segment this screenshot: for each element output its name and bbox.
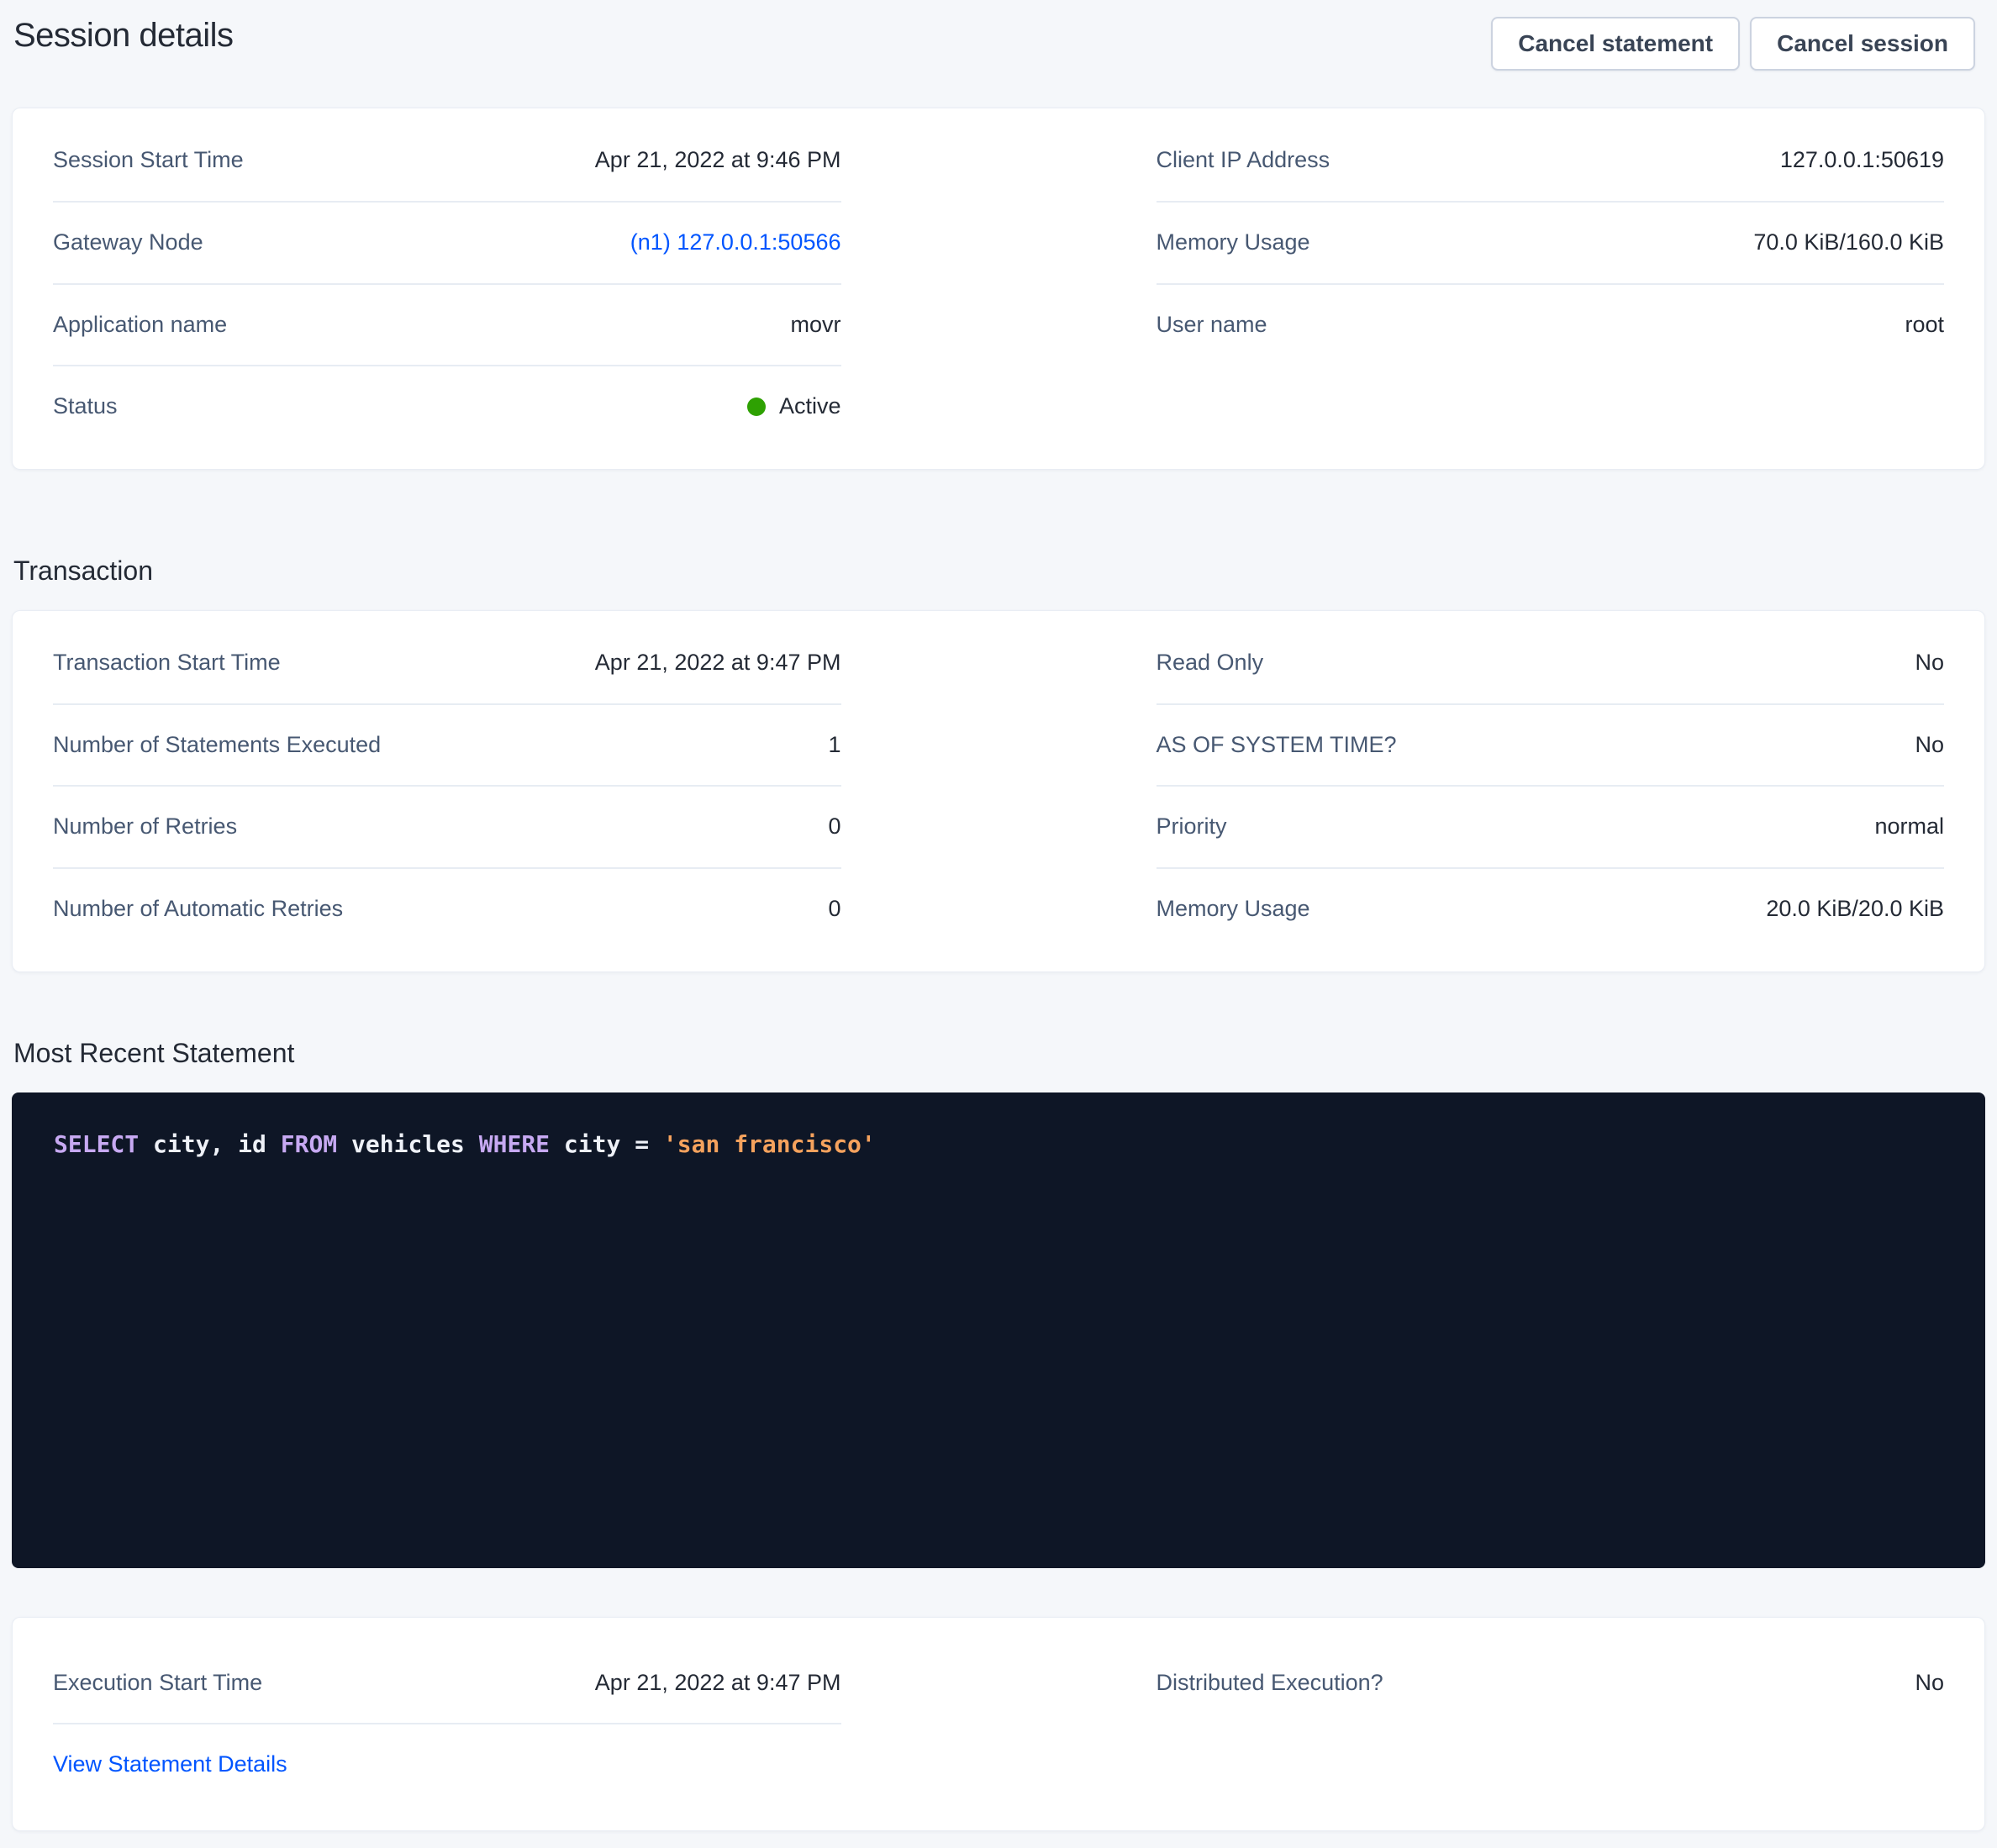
session-details-page: Session details Cancel statement Cancel … xyxy=(0,0,1997,1848)
row-label: Memory Usage xyxy=(1157,897,1310,922)
page-header: Session details Cancel statement Cancel … xyxy=(12,15,1985,71)
page-title: Session details xyxy=(13,17,234,55)
row-transaction-start-time: Transaction Start Time Apr 21, 2022 at 9… xyxy=(53,623,841,705)
row-value: root xyxy=(1905,313,1944,338)
row-value: No xyxy=(1915,1671,1944,1696)
row-label: Status xyxy=(53,394,118,419)
row-label: Session Start Time xyxy=(53,148,244,173)
execution-grid: Execution Start Time Apr 21, 2022 at 9:4… xyxy=(53,1643,1944,1805)
transaction-grid: Transaction Start Time Apr 21, 2022 at 9… xyxy=(53,623,1944,950)
row-distributed-execution: Distributed Execution? No xyxy=(1157,1643,1945,1724)
row-application-name: Application name movr xyxy=(53,285,841,367)
row-number-of-retries: Number of Retries 0 xyxy=(53,787,841,869)
row-gateway-node: Gateway Node (n1) 127.0.0.1:50566 xyxy=(53,203,841,285)
sql-token-plain: city, id xyxy=(139,1130,281,1158)
row-label: Distributed Execution? xyxy=(1157,1671,1383,1696)
transaction-section-title: Transaction xyxy=(13,554,1985,587)
row-automatic-retries: Number of Automatic Retries 0 xyxy=(53,869,841,950)
row-value: 20.0 KiB/20.0 KiB xyxy=(1766,897,1944,922)
row-value: Apr 21, 2022 at 9:47 PM xyxy=(595,650,841,676)
row-label: Execution Start Time xyxy=(53,1671,262,1696)
row-value: No xyxy=(1915,733,1944,758)
sql-token-keyword: FROM xyxy=(281,1130,337,1158)
cancel-session-button[interactable]: Cancel session xyxy=(1750,17,1975,71)
row-label: Application name xyxy=(53,313,227,338)
status-text: Active xyxy=(779,394,841,419)
execution-left-column: Execution Start Time Apr 21, 2022 at 9:4… xyxy=(53,1643,841,1805)
row-execution-start-time: Execution Start Time Apr 21, 2022 at 9:4… xyxy=(53,1643,841,1725)
sql-token-string: 'san francisco' xyxy=(663,1130,876,1158)
row-value: movr xyxy=(791,313,841,338)
row-priority: Priority normal xyxy=(1157,787,1945,869)
execution-right-column: Distributed Execution? No xyxy=(1157,1643,1945,1724)
row-as-of-system-time: AS OF SYSTEM TIME? No xyxy=(1157,705,1945,787)
row-client-ip-address: Client IP Address 127.0.0.1:50619 xyxy=(1157,120,1945,203)
row-value: No xyxy=(1915,650,1944,676)
row-label: Gateway Node xyxy=(53,230,203,255)
execution-card: Execution Start Time Apr 21, 2022 at 9:4… xyxy=(12,1617,1985,1831)
active-status-dot-icon xyxy=(747,398,766,416)
session-summary-grid: Session Start Time Apr 21, 2022 at 9:46 … xyxy=(53,120,1944,447)
row-label: Read Only xyxy=(1157,650,1264,676)
header-actions: Cancel statement Cancel session xyxy=(1491,17,1975,71)
row-label: Number of Statements Executed xyxy=(53,733,381,758)
row-user-name: User name root xyxy=(1157,285,1945,366)
row-label: Client IP Address xyxy=(1157,148,1330,173)
sql-token-plain: city = xyxy=(550,1130,663,1158)
session-summary-left-column: Session Start Time Apr 21, 2022 at 9:46 … xyxy=(53,120,841,447)
view-statement-details-link[interactable]: View Statement Details xyxy=(53,1751,287,1777)
row-label: AS OF SYSTEM TIME? xyxy=(1157,733,1397,758)
row-session-start-time: Session Start Time Apr 21, 2022 at 9:46 … xyxy=(53,120,841,203)
row-value: 127.0.0.1:50619 xyxy=(1780,148,1944,173)
row-value: Apr 21, 2022 at 9:46 PM xyxy=(595,148,841,173)
row-memory-usage: Memory Usage 70.0 KiB/160.0 KiB xyxy=(1157,203,1945,285)
row-transaction-memory-usage: Memory Usage 20.0 KiB/20.0 KiB xyxy=(1157,869,1945,950)
row-view-statement-details: View Statement Details xyxy=(53,1724,841,1805)
session-summary-right-column: Client IP Address 127.0.0.1:50619 Memory… xyxy=(1157,120,1945,365)
sql-token-plain: vehicles xyxy=(337,1130,479,1158)
transaction-card: Transaction Start Time Apr 21, 2022 at 9… xyxy=(12,610,1985,972)
row-statements-executed: Number of Statements Executed 1 xyxy=(53,705,841,787)
row-label: Transaction Start Time xyxy=(53,650,281,676)
transaction-left-column: Transaction Start Time Apr 21, 2022 at 9… xyxy=(53,623,841,950)
session-summary-card: Session Start Time Apr 21, 2022 at 9:46 … xyxy=(12,108,1985,470)
row-label: Memory Usage xyxy=(1157,230,1310,255)
sql-statement-box: SELECT city, id FROM vehicles WHERE city… xyxy=(12,1092,1985,1568)
transaction-right-column: Read Only No AS OF SYSTEM TIME? No Prior… xyxy=(1157,623,1945,950)
row-label: Priority xyxy=(1157,814,1227,840)
row-status: Status Active xyxy=(53,366,841,447)
row-label: Number of Retries xyxy=(53,814,237,840)
sql-token-keyword: WHERE xyxy=(479,1130,550,1158)
sql-token-keyword: SELECT xyxy=(54,1130,139,1158)
cancel-statement-button[interactable]: Cancel statement xyxy=(1491,17,1740,71)
row-value: 0 xyxy=(828,897,840,922)
row-label: User name xyxy=(1157,313,1267,338)
sql-statement-code: SELECT city, id FROM vehicles WHERE city… xyxy=(54,1128,1943,1161)
row-value: normal xyxy=(1874,814,1944,840)
row-value: 0 xyxy=(828,814,840,840)
statement-section-title: Most Recent Statement xyxy=(13,1036,1985,1070)
row-value: Apr 21, 2022 at 9:47 PM xyxy=(595,1671,841,1696)
row-value: 70.0 KiB/160.0 KiB xyxy=(1753,230,1944,255)
gateway-node-link[interactable]: (n1) 127.0.0.1:50566 xyxy=(630,230,841,255)
row-read-only: Read Only No xyxy=(1157,623,1945,705)
row-value: 1 xyxy=(828,733,840,758)
row-label: Number of Automatic Retries xyxy=(53,897,343,922)
status-badge: Active xyxy=(747,394,841,419)
